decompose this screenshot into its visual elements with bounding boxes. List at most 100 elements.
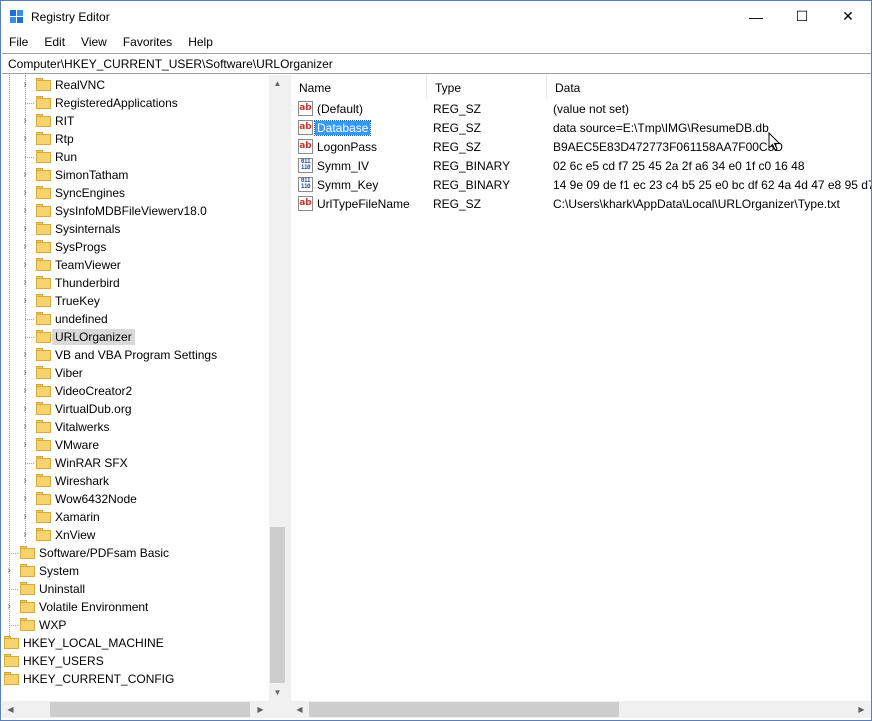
column-header-data[interactable]: Data: [547, 75, 871, 99]
key-tree: › RealVNC RegisteredApplications › RIT › Rtp Ru…: [2, 75, 286, 718]
tree-item[interactable]: RegisteredApplications: [2, 94, 270, 112]
folder-icon: [36, 420, 51, 433]
tree-item[interactable]: › Thunderbird: [2, 274, 270, 292]
tree-item[interactable]: › XnView: [2, 526, 270, 544]
tree-connector: [25, 103, 34, 104]
folder-icon: [36, 474, 51, 487]
tree-item[interactable]: › VB and VBA Program Settings: [2, 346, 270, 364]
value-row[interactable]: ab UrlTypeFileName REG_SZ C:\Users\khark\Ap…: [291, 194, 871, 213]
expand-arrow-icon[interactable]: ›: [20, 168, 30, 182]
expand-arrow-icon[interactable]: ›: [20, 186, 30, 200]
tree-item[interactable]: URLOrganizer: [2, 328, 270, 346]
tree-item[interactable]: › SimonTatham: [2, 166, 270, 184]
tree-item[interactable]: › SysInfoMDBFileViewerv18.0: [2, 202, 270, 220]
folder-icon: [36, 258, 51, 271]
expand-arrow-icon[interactable]: ›: [20, 294, 30, 308]
tree-item[interactable]: › RIT: [2, 112, 270, 130]
expand-arrow-icon[interactable]: ›: [20, 132, 30, 146]
expand-arrow-icon[interactable]: ›: [20, 384, 30, 398]
expand-arrow-icon[interactable]: ›: [20, 438, 30, 452]
expand-arrow-icon[interactable]: ›: [4, 564, 14, 578]
expand-arrow-icon[interactable]: ›: [20, 420, 30, 434]
string-glyph: ab: [299, 198, 312, 208]
menu-favorites[interactable]: Favorites: [115, 32, 180, 53]
tree-item[interactable]: › Sysinternals: [2, 220, 270, 238]
tree-item[interactable]: › Wireshark: [2, 472, 270, 490]
column-header-name[interactable]: Name: [291, 75, 427, 99]
tree-item[interactable]: WXP: [2, 616, 270, 634]
menu-file[interactable]: File: [1, 32, 36, 53]
menu-help[interactable]: Help: [180, 32, 221, 53]
value-name: Symm_Key: [317, 178, 379, 192]
tree-item[interactable]: undefined: [2, 310, 270, 328]
scroll-left-icon[interactable]: ◀: [291, 701, 308, 718]
expand-arrow-icon[interactable]: ›: [20, 510, 30, 524]
folder-icon: [36, 366, 51, 379]
expand-arrow-icon[interactable]: ›: [20, 258, 30, 272]
expand-arrow-icon[interactable]: ›: [20, 222, 30, 236]
tree-item[interactable]: › VirtualDub.org: [2, 400, 270, 418]
address-bar[interactable]: Computer\HKEY_CURRENT_USER\Software\URLO…: [2, 53, 871, 74]
scroll-up-icon[interactable]: ▲: [269, 75, 286, 92]
menu-view[interactable]: View: [73, 32, 115, 53]
expand-arrow-icon[interactable]: ›: [20, 402, 30, 416]
expand-arrow-icon[interactable]: ›: [20, 78, 30, 92]
tree-item[interactable]: › Volatile Environment: [2, 598, 270, 616]
tree-scroll-thumb[interactable]: [270, 527, 285, 683]
close-button[interactable]: ✕: [825, 1, 871, 32]
menu-edit[interactable]: Edit: [36, 32, 73, 53]
tree-horizontal-scrollbar[interactable]: ◀ ▶: [2, 701, 269, 718]
tree-item[interactable]: › Rtp: [2, 130, 270, 148]
tree-item[interactable]: › SysProgs: [2, 238, 270, 256]
expand-arrow-icon[interactable]: ›: [20, 204, 30, 218]
expand-arrow-icon[interactable]: ›: [20, 492, 30, 506]
tree-item[interactable]: › SyncEngines: [2, 184, 270, 202]
maximize-button[interactable]: ☐: [779, 1, 825, 32]
value-row[interactable]: 011 110 Symm_IV REG_BINARY 02 6c e5 cd f7 25…: [291, 156, 871, 175]
scroll-down-icon[interactable]: ▼: [269, 684, 286, 701]
tree-item[interactable]: ›HKEY_LOCAL_MACHINE: [2, 634, 270, 652]
tree-item-label: Wow6432Node: [55, 492, 137, 506]
expand-arrow-icon[interactable]: ›: [20, 528, 30, 542]
tree-item[interactable]: › VideoCreator2: [2, 382, 270, 400]
expand-arrow-icon[interactable]: ›: [20, 114, 30, 128]
expand-arrow-icon[interactable]: ›: [20, 276, 30, 290]
tree-vertical-scrollbar[interactable]: ▲ ▼: [269, 75, 286, 701]
scroll-right-icon[interactable]: ▶: [252, 701, 269, 718]
expand-arrow-icon[interactable]: ›: [4, 600, 14, 614]
tree-item[interactable]: Run: [2, 148, 270, 166]
list-hscroll-thumb[interactable]: [309, 702, 619, 717]
expand-arrow-icon[interactable]: ›: [20, 240, 30, 254]
scroll-right-icon[interactable]: ▶: [853, 701, 870, 718]
tree-item[interactable]: › TrueKey: [2, 292, 270, 310]
minimize-button[interactable]: —: [733, 1, 779, 32]
window-title: Registry Editor: [31, 10, 110, 24]
tree-item[interactable]: ›HKEY_CURRENT_CONFIG: [2, 670, 270, 688]
tree-item[interactable]: Uninstall: [2, 580, 270, 598]
tree-item[interactable]: › Vitalwerks: [2, 418, 270, 436]
expand-arrow-icon[interactable]: ›: [20, 474, 30, 488]
value-row[interactable]: ab (Default) REG_SZ (value not set): [291, 99, 871, 118]
tree-item[interactable]: ›HKEY_USERS: [2, 652, 270, 670]
tree-item-label: undefined: [55, 312, 108, 326]
value-data: C:\Users\khark\AppData\Local\URLOrganize…: [553, 197, 840, 211]
list-horizontal-scrollbar[interactable]: ◀ ▶: [291, 701, 871, 718]
column-header-type[interactable]: Type: [427, 75, 547, 99]
expand-arrow-icon[interactable]: ›: [20, 366, 30, 380]
scroll-left-icon[interactable]: ◀: [2, 701, 19, 718]
tree-item[interactable]: › VMware: [2, 436, 270, 454]
tree-item-label: RealVNC: [55, 78, 106, 92]
tree-item[interactable]: Software/PDFsam Basic: [2, 544, 270, 562]
tree-item[interactable]: › RealVNC: [2, 76, 270, 94]
tree-item[interactable]: › TeamViewer: [2, 256, 270, 274]
tree-item[interactable]: › Viber: [2, 364, 270, 382]
tree-item[interactable]: › Wow6432Node: [2, 490, 270, 508]
value-row[interactable]: ab Database REG_SZ data source=E:\Tmp\IMG\R…: [291, 118, 871, 137]
value-row[interactable]: 011 110 Symm_Key REG_BINARY 14 9e 09 de f1 e…: [291, 175, 871, 194]
tree-hscroll-thumb[interactable]: [50, 702, 250, 717]
tree-item[interactable]: WinRAR SFX: [2, 454, 270, 472]
tree-item[interactable]: › Xamarin: [2, 508, 270, 526]
tree-item[interactable]: › System: [2, 562, 270, 580]
value-row[interactable]: ab LogonPass REG_SZ B9AEC5E83D472773F061158…: [291, 137, 871, 156]
expand-arrow-icon[interactable]: ›: [20, 348, 30, 362]
